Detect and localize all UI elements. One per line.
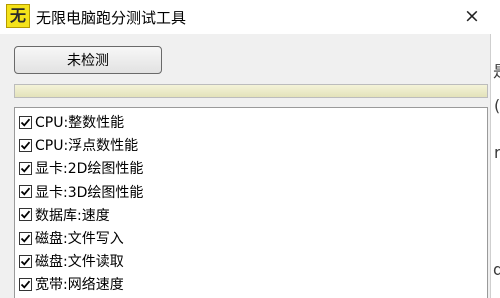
checkbox[interactable] [19,254,32,268]
test-item[interactable]: CPU:整数性能 [19,111,124,133]
detect-button[interactable]: 未检测 [14,46,162,74]
test-item-label: 显卡:3D绘图性能 [35,184,144,201]
checkbox[interactable] [19,277,32,291]
app-icon: 无 [6,4,30,28]
test-item-list: CPU:整数性能 CPU:浮点数性能 显卡:2D绘图性能 显卡:3D绘图性能 数据库:速… [14,107,488,298]
progress-fill [15,85,487,97]
test-item[interactable]: 显卡:3D绘图性能 [19,181,143,203]
title-bar[interactable]: 无 无限电脑跑分测试工具 × [0,0,491,34]
checkbox[interactable] [19,161,32,175]
progress-bar [14,84,488,98]
window-title: 无限电脑跑分测试工具 [36,9,187,27]
background-text-fragment: ( [494,96,500,115]
test-item[interactable]: 磁盘:文件读取 [19,250,124,272]
test-item-label: 磁盘:文件读取 [35,254,124,271]
test-item[interactable]: 数据库:速度 [19,204,110,226]
background-text-fragment: d [493,260,500,279]
test-item[interactable]: 磁盘:文件写入 [19,227,124,249]
test-item-label: 磁盘:文件写入 [35,231,124,247]
test-item-label: CPU:整数性能 [35,115,125,131]
background-text-fragment: r [494,143,500,162]
benchmark-window: 无 无限电脑跑分测试工具 × 未检测 CPU:整数性能 CPU:浮点数性能 显卡:2… [0,0,491,298]
test-item-label: 显卡:2D绘图性能 [35,161,144,178]
checkbox[interactable] [19,208,32,222]
test-item[interactable]: 显卡:2D绘图性能 [19,157,143,179]
background-text-fragment: 是 [493,58,500,82]
test-item-label: CPU:浮点数性能 [35,138,139,155]
checkbox[interactable] [19,115,32,129]
close-button[interactable]: × [457,4,487,28]
checkbox[interactable] [19,185,32,199]
test-item-label: 数据库:速度 [35,207,110,224]
test-item[interactable]: CPU:浮点数性能 [19,134,138,156]
test-item-label: 宽带:网络速度 [35,277,124,294]
checkbox[interactable] [19,138,32,152]
checkbox[interactable] [19,231,32,245]
test-item[interactable]: 宽带:网络速度 [19,273,124,295]
